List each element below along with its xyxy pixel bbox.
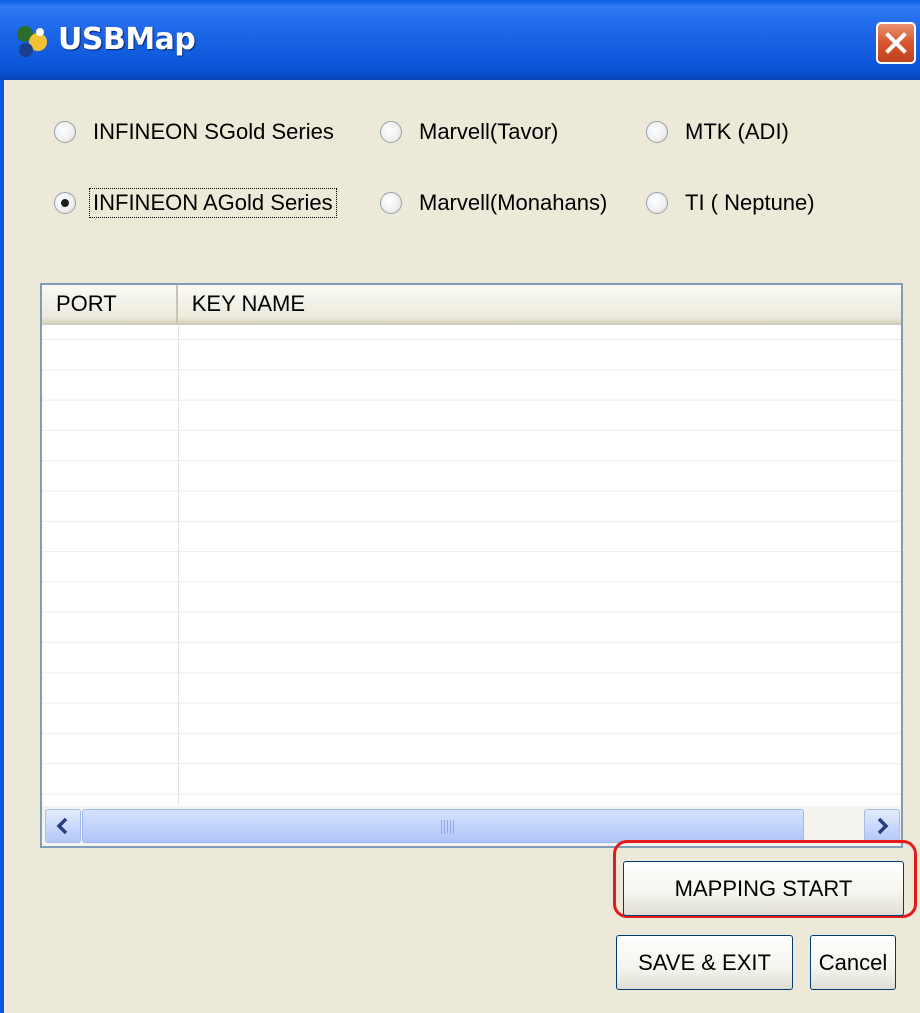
radio-infineon-agold[interactable]: INFINEON AGold Series xyxy=(54,185,337,221)
port-key-list[interactable]: PORT KEY NAME xyxy=(40,283,903,848)
radio-label: TI ( Neptune) xyxy=(685,190,815,215)
chevron-right-icon xyxy=(877,817,889,835)
usbmap-window: USBMap INFINEON SGold Series Marvell(Tav… xyxy=(0,0,920,1013)
radio-circle-selected[interactable] xyxy=(54,192,76,214)
save-exit-button[interactable]: SAVE & EXIT xyxy=(616,935,793,990)
radio-marvell-monahans[interactable]: Marvell(Monahans) xyxy=(380,185,610,221)
close-icon xyxy=(885,32,907,54)
radio-mtk-adi[interactable]: MTK (ADI) xyxy=(646,114,792,150)
column-divider xyxy=(178,325,179,805)
column-header-port[interactable]: PORT xyxy=(42,285,178,323)
radio-circle[interactable] xyxy=(54,121,76,143)
radio-label: MTK (ADI) xyxy=(685,119,789,144)
window-title: USBMap xyxy=(58,22,196,57)
scroll-left-button[interactable] xyxy=(45,809,81,843)
scrollbar-thumb[interactable] xyxy=(82,809,804,843)
radio-circle[interactable] xyxy=(646,192,668,214)
cancel-button[interactable]: Cancel xyxy=(810,935,896,990)
radio-circle[interactable] xyxy=(380,121,402,143)
chevron-left-icon xyxy=(56,817,68,835)
radio-marvell-tavor[interactable]: Marvell(Tavor) xyxy=(380,114,561,150)
radio-label: Marvell(Monahans) xyxy=(419,190,608,215)
radio-label: INFINEON AGold Series xyxy=(89,188,337,218)
list-rows[interactable] xyxy=(42,325,901,805)
scroll-right-button[interactable] xyxy=(864,809,900,843)
grip-icon xyxy=(441,820,455,834)
close-button[interactable] xyxy=(876,22,916,64)
radio-circle[interactable] xyxy=(380,192,402,214)
title-bar[interactable]: USBMap xyxy=(0,0,920,80)
radio-ti-neptune[interactable]: TI ( Neptune) xyxy=(646,185,818,221)
radio-circle[interactable] xyxy=(646,121,668,143)
radio-label: Marvell(Tavor) xyxy=(419,119,559,144)
window-border xyxy=(0,80,4,1013)
usbmap-app-icon xyxy=(17,26,47,57)
column-header-key-name[interactable]: KEY NAME xyxy=(178,285,901,323)
radio-infineon-sgold[interactable]: INFINEON SGold Series xyxy=(54,114,337,150)
radio-label: INFINEON SGold Series xyxy=(93,119,334,144)
mapping-start-button[interactable]: MAPPING START xyxy=(623,861,904,916)
list-header: PORT KEY NAME xyxy=(42,285,901,325)
